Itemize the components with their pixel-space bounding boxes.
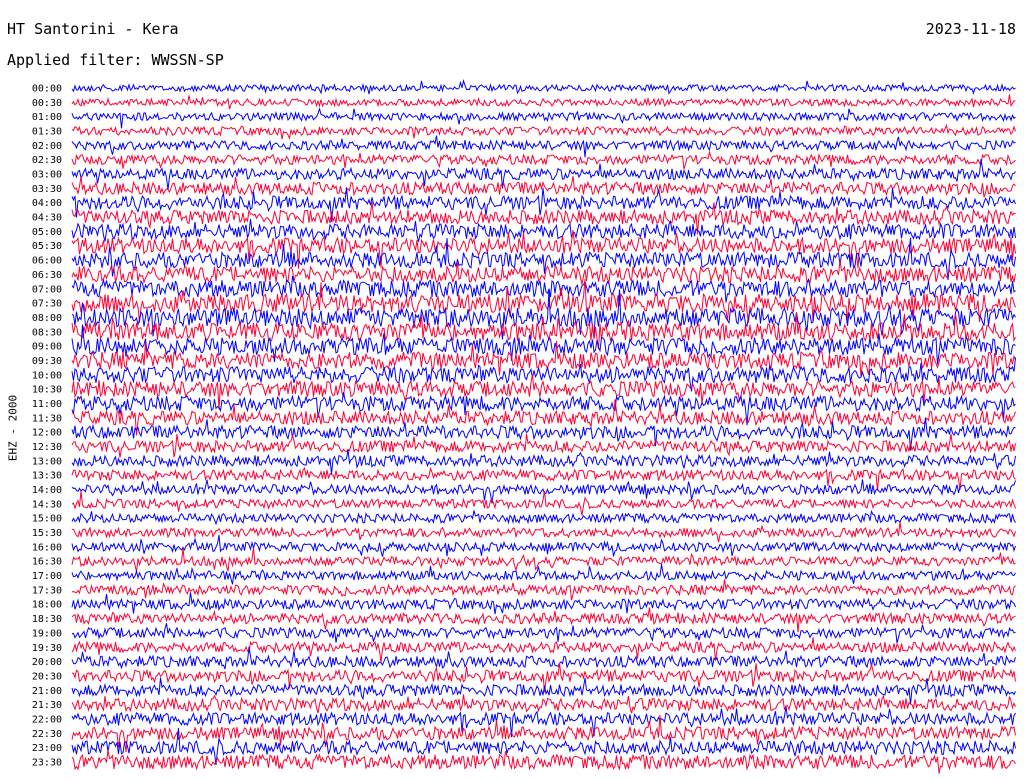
row-time-label: 03:30 — [32, 184, 62, 195]
row-time-label: 15:30 — [32, 528, 62, 539]
trace-row-2000 — [71, 646, 1016, 670]
row-time-label: 22:00 — [32, 714, 62, 725]
row-time-label: 07:30 — [32, 299, 62, 310]
row-time-label: 18:30 — [32, 614, 62, 625]
row-time-label: 09:30 — [32, 356, 62, 367]
trace-row-1900 — [71, 623, 1016, 644]
row-time-label: 07:00 — [32, 284, 62, 295]
row-time-label: 13:30 — [32, 471, 62, 482]
row-time-label: 23:30 — [32, 757, 62, 768]
row-time-label: 16:30 — [32, 557, 62, 568]
row-time-label: 04:00 — [32, 198, 62, 209]
row-time-label: 02:30 — [32, 155, 62, 166]
row-time-label: 02:00 — [32, 141, 62, 152]
row-time-label: 21:30 — [32, 700, 62, 711]
row-time-label: 05:00 — [32, 227, 62, 238]
trace-group — [71, 79, 1016, 774]
trace-row-1830 — [71, 607, 1016, 633]
trace-row-0000 — [71, 79, 1016, 95]
row-time-label: 03:00 — [32, 170, 62, 181]
trace-row-1330 — [71, 466, 1016, 491]
trace-row-1600 — [71, 534, 1016, 557]
row-time-label: 15:00 — [32, 514, 62, 525]
row-time-label: 12:00 — [32, 428, 62, 439]
row-time-label: 08:00 — [32, 313, 62, 324]
row-time-label: 13:00 — [32, 456, 62, 467]
row-time-label: 22:30 — [32, 729, 62, 740]
row-time-label: 20:30 — [32, 671, 62, 682]
row-time-label: 08:30 — [32, 327, 62, 338]
trace-row-1730 — [71, 579, 1016, 601]
trace-row-1430 — [71, 490, 1016, 516]
row-time-label: 14:00 — [32, 485, 62, 496]
row-time-label: 21:00 — [32, 686, 62, 697]
tick-label-group: 00:00 00:30 01:00 01:30 02:00 02:30 03:00 03:30… — [32, 84, 62, 769]
trace-row-0200 — [71, 135, 1016, 158]
trace-row-2130 — [71, 694, 1016, 714]
row-time-label: 11:30 — [32, 413, 62, 424]
row-time-label: 11:00 — [32, 399, 62, 410]
row-time-label: 00:30 — [32, 98, 62, 109]
trace-row-1230 — [71, 433, 1016, 458]
row-time-label: 10:30 — [32, 385, 62, 396]
trace-row-0130 — [71, 123, 1016, 141]
trace-row-1800 — [71, 592, 1016, 615]
row-time-label: 09:00 — [32, 342, 62, 353]
row-time-label: 01:30 — [32, 127, 62, 138]
row-time-label: 01:00 — [32, 112, 62, 123]
row-time-label: 23:00 — [32, 743, 62, 754]
row-time-label: 00:00 — [32, 84, 62, 95]
row-time-label: 12:30 — [32, 442, 62, 453]
row-time-label: 10:00 — [32, 370, 62, 381]
row-time-label: 19:00 — [32, 628, 62, 639]
row-time-label: 17:30 — [32, 585, 62, 596]
row-time-label: 18:00 — [32, 600, 62, 611]
trace-row-0100 — [71, 107, 1016, 129]
trace-row-1500 — [71, 509, 1016, 526]
trace-row-0500 — [71, 218, 1016, 242]
row-time-label: 17:00 — [32, 571, 62, 582]
trace-row-0230 — [71, 150, 1016, 170]
row-time-label: 06:30 — [32, 270, 62, 281]
row-time-label: 04:30 — [32, 213, 62, 224]
row-time-label: 16:00 — [32, 542, 62, 553]
trace-row-0030 — [71, 94, 1016, 110]
helicorder-plot: 00:00 00:30 01:00 01:30 02:00 02:30 03:00 03:30… — [32, 79, 1016, 774]
row-time-label: 20:00 — [32, 657, 62, 668]
trace-row-2330 — [71, 749, 1016, 774]
row-time-label: 19:30 — [32, 643, 62, 654]
trace-row-1530 — [71, 522, 1016, 543]
row-time-label: 05:30 — [32, 241, 62, 252]
row-time-label: 06:00 — [32, 256, 62, 267]
trace-row-1930 — [71, 637, 1016, 663]
row-time-label: 14:30 — [32, 499, 62, 510]
trace-row-1700 — [71, 564, 1016, 585]
